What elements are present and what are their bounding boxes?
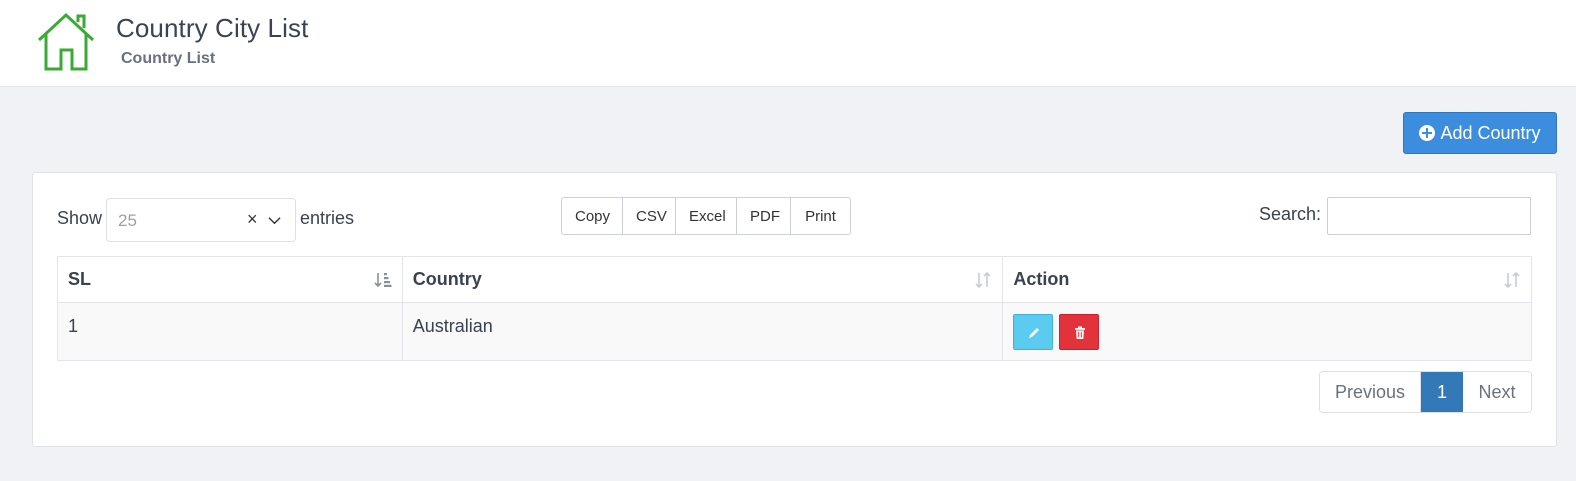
home-icon	[37, 12, 95, 71]
pagination: Previous 1 Next	[1319, 371, 1532, 413]
sort-both-icon	[975, 271, 991, 289]
entries-selected-value: 25	[118, 211, 137, 230]
clear-icon[interactable]: ×	[247, 209, 258, 230]
export-button-group: Copy CSV Excel PDF Print	[561, 197, 851, 235]
cell-country: Australian	[401, 302, 1004, 361]
country-table: SL Country Action 1 Australian	[57, 256, 1532, 361]
search-label: Search:	[1259, 204, 1322, 224]
add-country-label: Add Country	[1440, 122, 1541, 143]
trash-icon	[1075, 326, 1086, 339]
csv-button[interactable]: CSV	[623, 198, 676, 234]
add-country-button[interactable]: Add Country	[1403, 112, 1557, 154]
cell-sl: 1	[57, 302, 403, 361]
copy-button[interactable]: Copy	[562, 198, 623, 234]
search-input[interactable]	[1327, 197, 1531, 235]
page-subtitle: Country List	[121, 50, 216, 67]
cell-action	[1002, 302, 1532, 361]
column-header-sl[interactable]: SL	[57, 256, 403, 303]
plus-circle-icon	[1419, 125, 1436, 141]
show-label: Show	[57, 208, 103, 228]
column-header-country-label: Country	[412, 269, 482, 289]
page-header: Country City List Country List	[0, 0, 1576, 87]
page-title: Country City List	[116, 13, 309, 43]
entries-label: entries	[300, 208, 355, 228]
sort-both-icon	[1504, 271, 1520, 289]
sort-ascending-icon	[374, 273, 392, 288]
excel-button[interactable]: Excel	[676, 198, 737, 234]
pencil-icon	[1029, 328, 1040, 338]
next-page-button[interactable]: Next	[1463, 372, 1531, 412]
page-1-button[interactable]: 1	[1421, 372, 1463, 412]
column-header-action-label: Action	[1013, 269, 1070, 289]
edit-button[interactable]	[1013, 314, 1054, 350]
country-list-panel: Show 25 × entries Copy CSV Excel PDF Pri…	[32, 172, 1557, 447]
print-button[interactable]: Print	[791, 198, 850, 234]
previous-page-button[interactable]: Previous	[1320, 372, 1421, 412]
entries-select[interactable]: 25 ×	[106, 198, 296, 242]
pdf-button[interactable]: PDF	[737, 198, 791, 234]
column-header-sl-label: SL	[68, 269, 92, 289]
table-row: 1 Australian	[57, 302, 1532, 361]
delete-button[interactable]	[1059, 314, 1100, 350]
column-header-country[interactable]: Country	[401, 256, 1004, 303]
column-header-action[interactable]: Action	[1002, 256, 1532, 303]
chevron-down-icon[interactable]	[268, 214, 281, 227]
